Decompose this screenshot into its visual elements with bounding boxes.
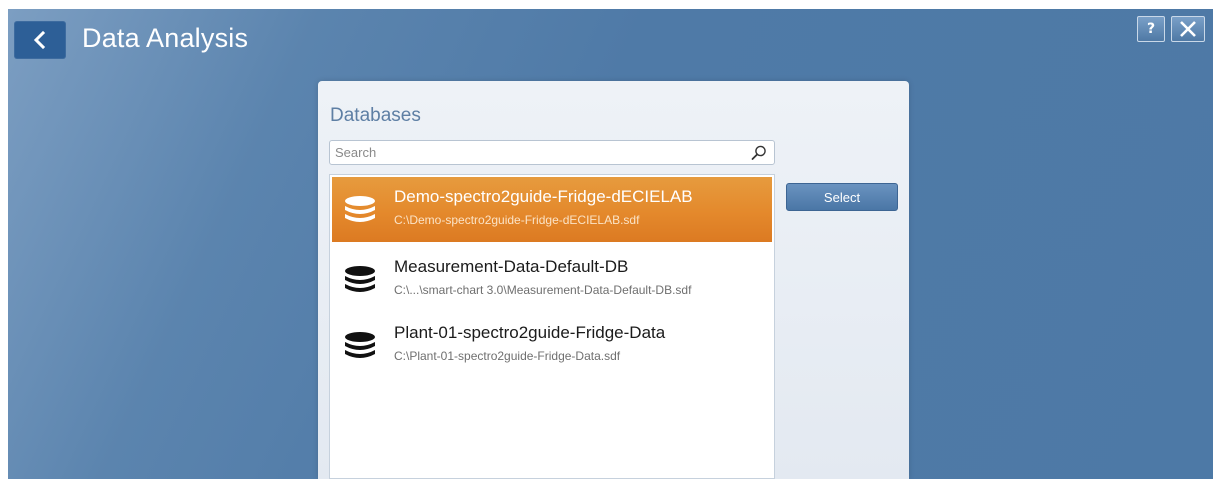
close-button[interactable] (1171, 16, 1205, 42)
search-input[interactable] (335, 143, 745, 162)
database-icon (345, 332, 375, 358)
search-box (329, 140, 775, 165)
database-name: Measurement-Data-Default-DB (394, 257, 629, 276)
database-path: C:\...\smart-chart 3.0\Measurement-Data-… (394, 283, 692, 297)
database-path: C:\Plant-01-spectro2guide-Fridge-Data.sd… (394, 349, 621, 363)
database-icon (345, 196, 375, 222)
help-button[interactable]: ? (1137, 16, 1165, 42)
chevron-left-icon (33, 31, 46, 49)
database-path: C:\Demo-spectro2guide-Fridge-dECIELAB.sd… (394, 213, 640, 227)
database-name: Plant-01-spectro2guide-Fridge-Data (394, 323, 666, 342)
page-title: Data Analysis (82, 23, 249, 53)
database-icon (345, 266, 375, 292)
app-window: Data Analysis ? Databases Demo-spec (8, 9, 1213, 479)
database-name: Demo-spectro2guide-Fridge-dECIELAB (394, 187, 693, 206)
search-icon[interactable] (750, 144, 768, 162)
databases-panel: Databases Demo-spectro2guide-Fridge-dECI… (318, 81, 909, 479)
close-icon (1180, 21, 1196, 37)
select-button[interactable]: Select (786, 183, 898, 211)
database-list[interactable]: Demo-spectro2guide-Fridge-dECIELAB C:\De… (329, 174, 775, 479)
panel-title: Databases (330, 105, 421, 126)
database-item[interactable]: Measurement-Data-Default-DB C:\...\smart… (332, 247, 772, 312)
back-button[interactable] (14, 21, 66, 59)
database-item[interactable]: Plant-01-spectro2guide-Fridge-Data C:\Pl… (332, 313, 772, 378)
question-icon: ? (1146, 21, 1156, 37)
database-item[interactable]: Demo-spectro2guide-Fridge-dECIELAB C:\De… (332, 177, 772, 242)
